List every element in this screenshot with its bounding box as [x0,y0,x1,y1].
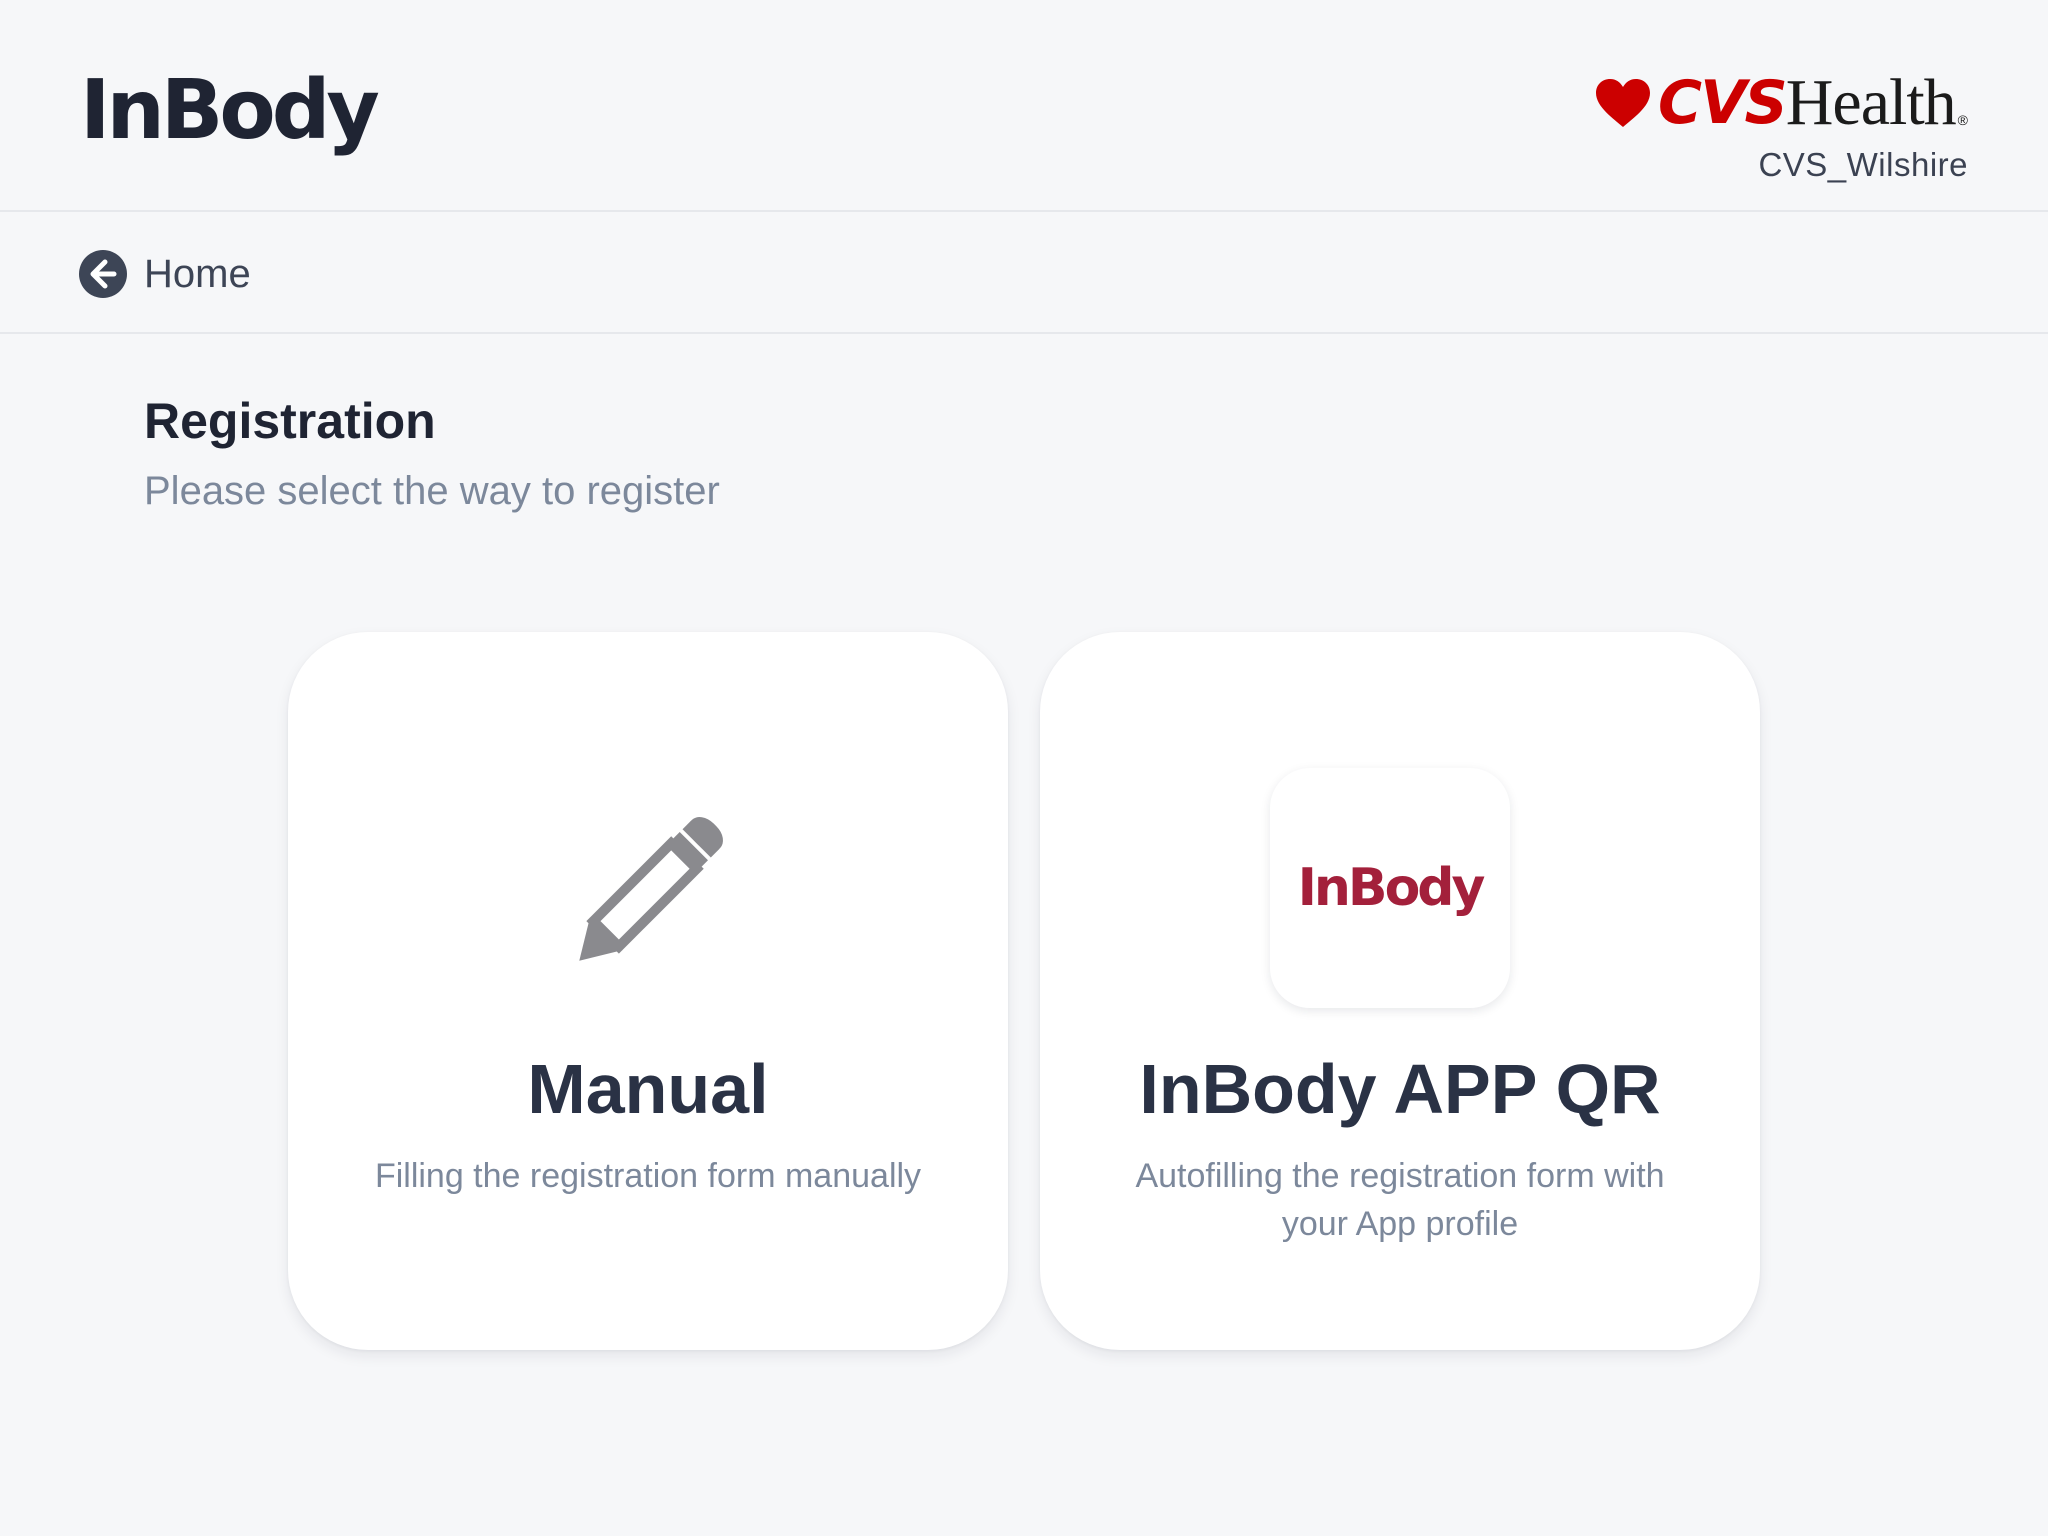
health-wordmark: Health [1785,66,1957,139]
inbody-app-qr-card[interactable]: InBody InBody APP QR Autofilling the reg… [1040,632,1760,1350]
inbody-app-logo: InBody [1297,858,1486,918]
qr-description: Autofilling the registration form with y… [1135,1157,1665,1243]
page-heading: Registration Please select the way to re… [144,388,720,516]
inbody-app-icon: InBody [1270,768,1510,1008]
manual-title: Manual [527,1050,769,1128]
manual-description: Filling the registration form manually [374,1157,922,1195]
pencil-icon [579,817,723,961]
heart-icon [1596,79,1651,127]
page-subtitle: Please select the way to register [144,469,720,513]
header-bar: InBody CVS Health ® CVS_Wilshire [0,0,2048,212]
page-title: Registration [144,393,436,449]
qr-title: InBody APP QR [1139,1050,1661,1128]
arrow-left-circle-icon [79,250,127,298]
registered-mark: ® [1957,112,1968,128]
store-name: CVS_Wilshire [1758,146,1968,183]
inbody-logo: InBody [80,63,380,158]
home-label: Home [144,251,251,296]
home-back-button[interactable]: Home [78,248,251,300]
partner-info: CVS Health ® CVS_Wilshire [1594,66,1968,184]
cvs-wordmark: CVS [1658,68,1788,138]
cvs-health-logo: CVS Health ® [1594,66,1968,139]
nav-bar: Home [0,212,2048,334]
manual-registration-card[interactable]: Manual Filling the registration form man… [288,632,1008,1350]
